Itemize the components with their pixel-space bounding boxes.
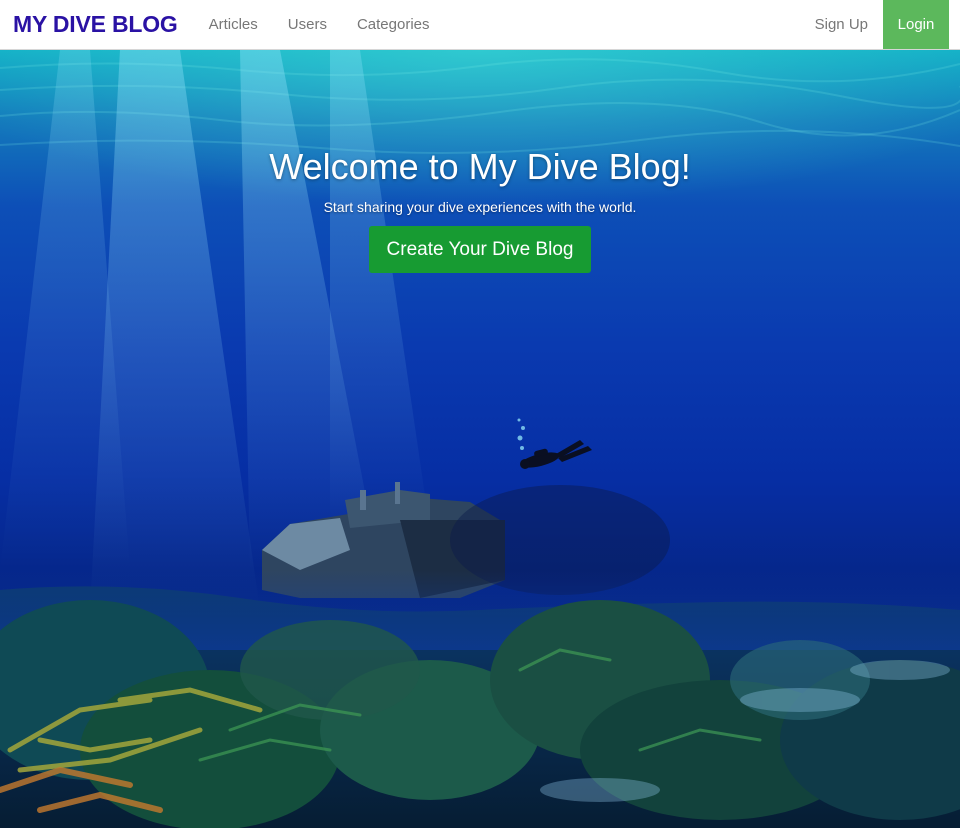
- signup-link[interactable]: Sign Up: [800, 3, 883, 47]
- create-blog-button[interactable]: Create Your Dive Blog: [368, 226, 592, 273]
- hero-section: Welcome to My Dive Blog! Start sharing y…: [0, 50, 960, 828]
- nav-link-users[interactable]: Users: [273, 3, 342, 47]
- nav-link-categories[interactable]: Categories: [342, 3, 445, 47]
- nav-right: Sign Up Login: [800, 0, 960, 49]
- hero-subtitle: Start sharing your dive experiences with…: [323, 199, 637, 215]
- brand-logo[interactable]: MY DIVE BLOG: [13, 11, 178, 38]
- nav-links: Articles Users Categories: [194, 3, 445, 47]
- login-button[interactable]: Login: [883, 0, 949, 49]
- navbar: MY DIVE BLOG Articles Users Categories S…: [0, 0, 960, 50]
- diver-illustration: [520, 440, 592, 469]
- nav-link-articles[interactable]: Articles: [194, 3, 273, 47]
- hero-content: Welcome to My Dive Blog! Start sharing y…: [0, 144, 960, 273]
- hero-title: Welcome to My Dive Blog!: [269, 146, 691, 187]
